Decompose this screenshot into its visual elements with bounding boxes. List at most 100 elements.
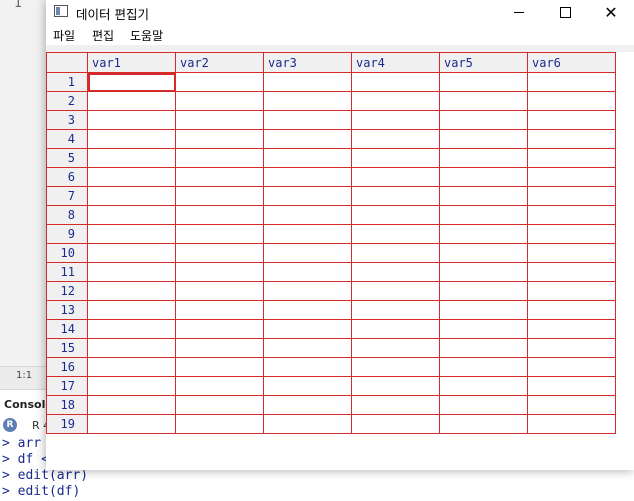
menu-file[interactable]: 파일 bbox=[53, 27, 75, 44]
data-cell[interactable] bbox=[263, 300, 352, 320]
row-header[interactable]: 10 bbox=[46, 243, 88, 263]
data-cell[interactable] bbox=[175, 148, 264, 168]
data-cell[interactable] bbox=[351, 319, 440, 339]
data-cell[interactable] bbox=[351, 224, 440, 244]
data-cell[interactable] bbox=[439, 224, 528, 244]
column-header-var1[interactable]: var1 bbox=[87, 52, 176, 73]
corner-cell[interactable] bbox=[46, 52, 88, 73]
data-cell[interactable] bbox=[439, 91, 528, 111]
row-header[interactable]: 12 bbox=[46, 281, 88, 301]
data-cell[interactable] bbox=[175, 91, 264, 111]
data-cell[interactable] bbox=[439, 414, 528, 434]
data-cell[interactable] bbox=[263, 243, 352, 263]
data-cell[interactable] bbox=[527, 281, 616, 301]
data-cell[interactable] bbox=[87, 319, 176, 339]
data-cell[interactable] bbox=[87, 338, 176, 358]
data-cell[interactable] bbox=[351, 300, 440, 320]
column-header-var6[interactable]: var6 bbox=[527, 52, 616, 73]
data-cell[interactable] bbox=[351, 110, 440, 130]
data-cell[interactable] bbox=[351, 129, 440, 149]
data-cell[interactable] bbox=[527, 72, 616, 92]
data-cell[interactable] bbox=[527, 129, 616, 149]
row-header[interactable]: 19 bbox=[46, 414, 88, 434]
data-cell[interactable] bbox=[263, 281, 352, 301]
data-cell[interactable] bbox=[351, 281, 440, 301]
data-cell[interactable] bbox=[527, 186, 616, 206]
data-cell[interactable] bbox=[439, 376, 528, 396]
data-cell[interactable] bbox=[87, 186, 176, 206]
data-cell[interactable] bbox=[439, 262, 528, 282]
data-cell[interactable] bbox=[175, 72, 264, 92]
data-cell[interactable] bbox=[175, 110, 264, 130]
data-cell[interactable] bbox=[351, 338, 440, 358]
data-cell[interactable] bbox=[439, 72, 528, 92]
data-cell[interactable] bbox=[175, 167, 264, 187]
data-cell[interactable] bbox=[527, 243, 616, 263]
minimize-button[interactable] bbox=[496, 0, 542, 25]
data-cell[interactable] bbox=[87, 205, 176, 225]
data-cell[interactable] bbox=[263, 414, 352, 434]
data-cell[interactable] bbox=[527, 262, 616, 282]
column-header-var4[interactable]: var4 bbox=[351, 52, 440, 73]
data-cell[interactable] bbox=[263, 319, 352, 339]
row-header[interactable]: 11 bbox=[46, 262, 88, 282]
data-cell[interactable] bbox=[87, 148, 176, 168]
data-cell[interactable] bbox=[87, 300, 176, 320]
row-header[interactable]: 16 bbox=[46, 357, 88, 377]
data-cell[interactable] bbox=[263, 91, 352, 111]
data-cell[interactable] bbox=[439, 186, 528, 206]
data-cell[interactable] bbox=[263, 338, 352, 358]
data-cell[interactable] bbox=[87, 224, 176, 244]
data-cell[interactable] bbox=[527, 167, 616, 187]
row-header[interactable]: 2 bbox=[46, 91, 88, 111]
data-cell[interactable] bbox=[527, 224, 616, 244]
data-cell[interactable] bbox=[527, 110, 616, 130]
column-header-var3[interactable]: var3 bbox=[263, 52, 352, 73]
data-cell[interactable] bbox=[527, 205, 616, 225]
data-cell[interactable] bbox=[351, 167, 440, 187]
data-cell[interactable] bbox=[87, 262, 176, 282]
data-cell[interactable] bbox=[263, 224, 352, 244]
row-header[interactable]: 1 bbox=[46, 72, 88, 92]
row-header[interactable]: 8 bbox=[46, 205, 88, 225]
row-header[interactable]: 9 bbox=[46, 224, 88, 244]
data-cell[interactable] bbox=[87, 395, 176, 415]
data-cell[interactable] bbox=[87, 414, 176, 434]
data-cell[interactable] bbox=[175, 129, 264, 149]
data-cell[interactable] bbox=[175, 205, 264, 225]
data-cell[interactable] bbox=[87, 129, 176, 149]
data-cell[interactable] bbox=[351, 72, 440, 92]
data-cell[interactable] bbox=[263, 110, 352, 130]
data-cell[interactable] bbox=[87, 376, 176, 396]
data-cell[interactable] bbox=[439, 395, 528, 415]
data-cell[interactable] bbox=[87, 357, 176, 377]
data-cell[interactable] bbox=[263, 376, 352, 396]
menu-help[interactable]: 도움말 bbox=[130, 27, 163, 44]
data-cell[interactable] bbox=[175, 414, 264, 434]
data-cell[interactable] bbox=[175, 357, 264, 377]
data-cell[interactable] bbox=[439, 319, 528, 339]
data-cell[interactable] bbox=[263, 357, 352, 377]
data-cell[interactable] bbox=[175, 319, 264, 339]
data-cell[interactable] bbox=[263, 167, 352, 187]
data-cell[interactable] bbox=[87, 72, 176, 92]
data-cell[interactable] bbox=[263, 262, 352, 282]
data-cell[interactable] bbox=[439, 243, 528, 263]
row-header[interactable]: 7 bbox=[46, 186, 88, 206]
data-grid[interactable]: var1 var2 var3 var4 var5 var6 1 2 3 4 5 6 7 8 9 10 11 12… bbox=[46, 52, 616, 434]
data-cell[interactable] bbox=[263, 148, 352, 168]
data-cell[interactable] bbox=[87, 167, 176, 187]
data-cell[interactable] bbox=[351, 243, 440, 263]
data-cell[interactable] bbox=[175, 262, 264, 282]
row-header[interactable]: 14 bbox=[46, 319, 88, 339]
data-cell[interactable] bbox=[175, 338, 264, 358]
data-cell[interactable] bbox=[175, 300, 264, 320]
row-header[interactable]: 3 bbox=[46, 110, 88, 130]
data-cell[interactable] bbox=[263, 205, 352, 225]
data-cell[interactable] bbox=[351, 148, 440, 168]
row-header[interactable]: 18 bbox=[46, 395, 88, 415]
data-cell[interactable] bbox=[351, 357, 440, 377]
data-cell[interactable] bbox=[351, 376, 440, 396]
data-cell[interactable] bbox=[263, 186, 352, 206]
data-cell[interactable] bbox=[527, 338, 616, 358]
